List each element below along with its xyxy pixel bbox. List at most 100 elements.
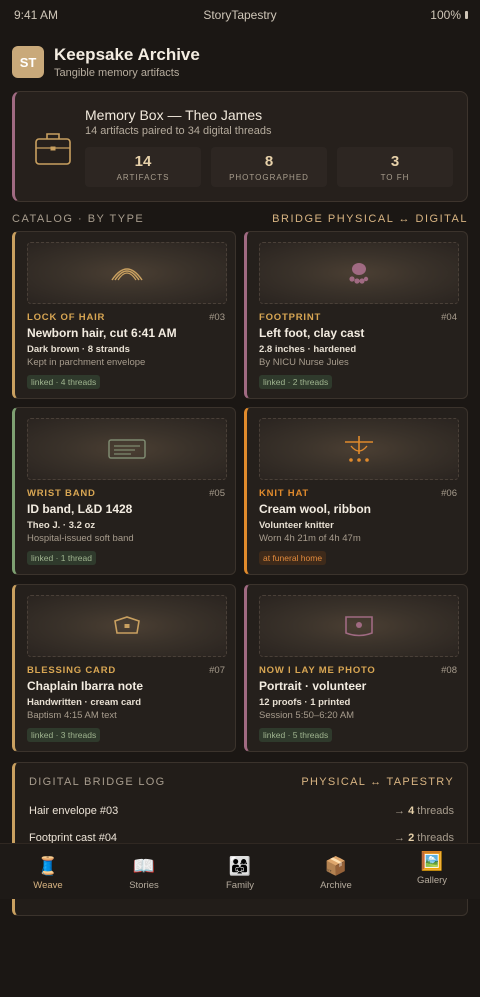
artifact-card-lock-of-hair[interactable]: LOCK OF HAIR #03 Newborn hair, cut 6:41 … [12, 231, 236, 399]
family-icon: 👨‍👩‍👧 [228, 856, 252, 876]
artifact-image [259, 418, 459, 480]
wristband-icon [108, 439, 146, 459]
tab-archive[interactable]: 📦 Archive [288, 844, 384, 899]
artifact-title: Newborn hair, cut 6:41 AM [27, 326, 177, 340]
status-bar: 9:41 AM StoryTapestry 100% [0, 0, 480, 30]
artifact-card-knit-hat[interactable]: KNIT HAT #06 Cream wool, ribbon Voluntee… [244, 407, 468, 575]
tab-label: Gallery [416, 875, 448, 886]
tab-gallery[interactable]: 🖼️ Gallery [384, 844, 480, 899]
link-status-badge[interactable]: linked · 4 threads [27, 375, 101, 389]
artifact-note: Worn 4h 21m of 4h 47m [259, 533, 361, 544]
artifact-type: LOCK OF HAIR [27, 312, 106, 323]
thread-count: 4 [408, 805, 415, 817]
artifact-meta: 2.8 inches · hardened [259, 344, 357, 355]
status-time: 9:41 AM [14, 8, 59, 22]
tab-stories[interactable]: 📖 Stories [96, 844, 192, 899]
link-status-badge[interactable]: linked · 5 threads [259, 728, 333, 742]
box-icon: 📦 [324, 856, 348, 876]
knit-hat-icon [345, 436, 373, 462]
tab-label: Stories [129, 880, 159, 891]
thread-icon: 🧵 [36, 856, 60, 876]
artifact-number: #03 [209, 312, 225, 323]
log-row[interactable]: Hair envelope #03 → 4 threads [29, 805, 454, 817]
stat-artifacts[interactable]: 14 ARTIFACTS [85, 147, 201, 187]
artifact-meta: Volunteer knitter [259, 520, 334, 531]
bridge-link[interactable]: BRIDGE PHYSICAL ↔ DIGITAL [272, 213, 468, 225]
artifact-note: Session 5:50–6:20 AM [259, 710, 355, 721]
artifact-title: Left foot, clay cast [259, 326, 365, 340]
artifact-note: Baptism 4:15 AM text [27, 710, 117, 721]
stat-label: PHOTOGRAPHED [229, 172, 309, 182]
stat-label: TO FH [380, 172, 410, 182]
memory-box-stats: 14 ARTIFACTS 8 PHOTOGRAPHED 3 TO FH [85, 147, 453, 187]
stat-to-fh[interactable]: 3 TO FH [337, 147, 453, 187]
location-status-badge[interactable]: at funeral home [259, 551, 327, 565]
artifact-meta: Theo J. · 3.2 oz [27, 520, 96, 531]
page-title: Keepsake Archive [54, 45, 200, 64]
stat-photographed[interactable]: 8 PHOTOGRAPHED [211, 147, 327, 187]
link-status-badge[interactable]: linked · 1 thread [27, 551, 96, 565]
artifact-meta: Dark brown · 8 strands [27, 344, 130, 355]
artifact-type: BLESSING CARD [27, 665, 117, 676]
artifact-type: NOW I LAY ME PHOTO [259, 665, 376, 676]
artifact-number: #08 [441, 665, 457, 676]
stat-value: 3 [390, 152, 400, 170]
artifact-image [259, 242, 459, 304]
tab-label: Archive [320, 880, 352, 891]
battery-level: 100% [430, 8, 461, 22]
tab-weave[interactable]: 🧵 Weave [0, 844, 96, 899]
battery-indicator: 100% [430, 8, 468, 22]
thread-unit: threads [417, 805, 454, 817]
artifact-type: WRIST BAND [27, 488, 96, 499]
battery-icon [465, 11, 468, 19]
hair-arc-icon [111, 268, 143, 281]
app-header: ST Keepsake Archive Tangible memory arti… [12, 45, 200, 79]
log-header: DIGITAL BRIDGE LOG PHYSICAL ↔ TAPESTRY [29, 776, 454, 788]
stat-value: 8 [264, 152, 274, 170]
avatar[interactable]: ST [12, 46, 44, 78]
artifact-image [27, 595, 227, 657]
artifact-type: KNIT HAT [259, 488, 310, 499]
footprint-icon [349, 263, 369, 284]
memory-box-subtitle: 14 artifacts paired to 34 digital thread… [85, 125, 272, 137]
log-title: DIGITAL BRIDGE LOG [29, 776, 166, 788]
book-icon: 📖 [132, 856, 156, 876]
artifact-image [27, 418, 227, 480]
artifact-meta: Handwritten · cream card [27, 697, 142, 708]
catalog-header: CATALOG · BY TYPE BRIDGE PHYSICAL ↔ DIGI… [12, 213, 468, 225]
artifact-card-portrait-photo[interactable]: NOW I LAY ME PHOTO #08 Portrait · volunt… [244, 584, 468, 752]
memory-box-title: Memory Box — Theo James [85, 107, 263, 123]
catalog-title: CATALOG · BY TYPE [12, 213, 145, 225]
artifact-title: ID band, L&D 1428 [27, 502, 133, 516]
tab-label: Weave [33, 880, 63, 891]
camera-icon [345, 616, 373, 637]
link-status-badge[interactable]: linked · 2 threads [259, 375, 333, 389]
bottom-tab-bar: 🧵 Weave 📖 Stories 👨‍👩‍👧 Family 📦 Archive… [0, 843, 480, 899]
artifact-note: Hospital-issued soft band [27, 533, 134, 544]
briefcase-icon [35, 133, 71, 165]
log-mode-link[interactable]: PHYSICAL ↔ TAPESTRY [301, 776, 454, 788]
artifact-meta: 12 proofs · 1 printed [259, 697, 351, 708]
artifact-image [27, 242, 227, 304]
artifact-card-wrist-band[interactable]: WRIST BAND #05 ID band, L&D 1428 Theo J.… [12, 407, 236, 575]
picture-icon: 🖼️ [420, 851, 444, 871]
artifact-number: #04 [441, 312, 457, 323]
tab-family[interactable]: 👨‍👩‍👧 Family [192, 844, 288, 899]
memory-box-card[interactable]: Memory Box — Theo James 14 artifacts pai… [12, 91, 468, 202]
link-status-badge[interactable]: linked · 3 threads [27, 728, 101, 742]
status-app-name: StoryTapestry [203, 8, 277, 22]
artifact-number: #07 [209, 665, 225, 676]
artifact-number: #05 [209, 488, 225, 499]
artifact-number: #06 [441, 488, 457, 499]
artifact-note: Kept in parchment envelope [27, 357, 146, 368]
page-subtitle: Tangible memory artifacts [54, 67, 180, 79]
stat-label: ARTIFACTS [116, 172, 170, 182]
artifact-title: Portrait · volunteer [259, 679, 367, 693]
tab-label: Family [226, 880, 254, 891]
artifact-card-footprint[interactable]: FOOTPRINT #04 Left foot, clay cast 2.8 i… [244, 231, 468, 399]
stat-value: 14 [134, 152, 152, 170]
artifact-card-blessing-card[interactable]: BLESSING CARD #07 Chaplain Ibarra note H… [12, 584, 236, 752]
artifact-title: Cream wool, ribbon [259, 502, 372, 516]
log-row-count: → 4 threads [394, 805, 454, 817]
arrow-right-icon: → [394, 805, 406, 817]
